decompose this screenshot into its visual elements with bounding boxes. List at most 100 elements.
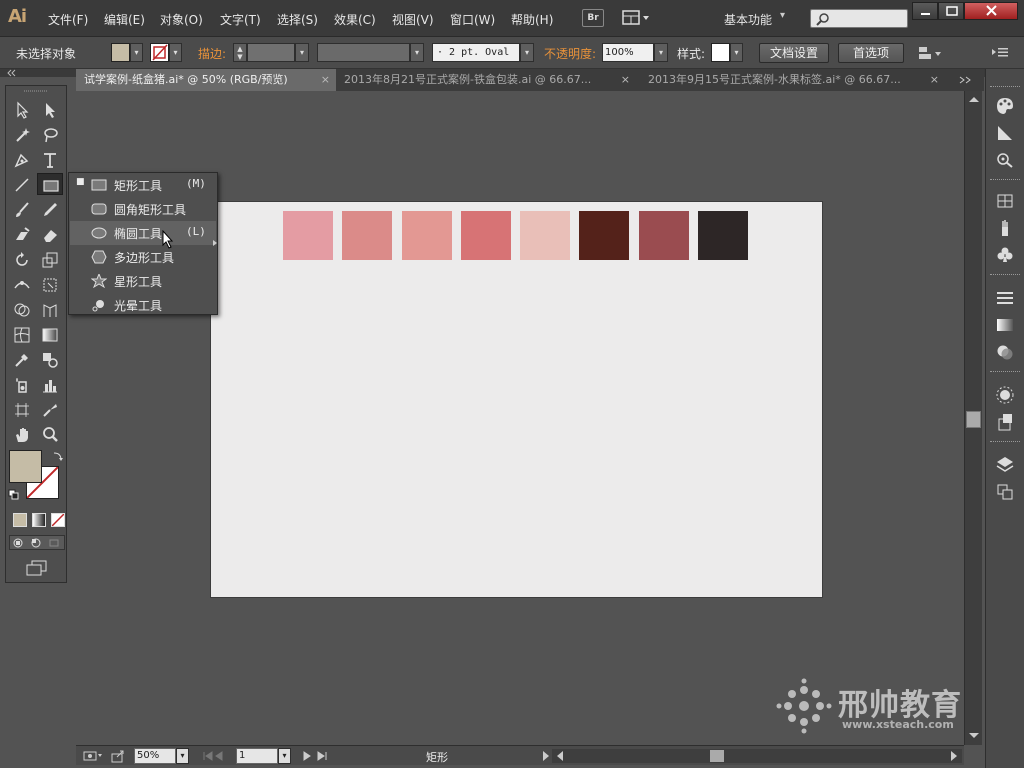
scroll-right-icon[interactable]: [948, 749, 960, 763]
maximize-button[interactable]: [938, 2, 964, 20]
opacity-label[interactable]: 不透明度:: [544, 45, 596, 62]
symbols-panel-button[interactable]: [992, 243, 1018, 267]
vertical-scrollbar[interactable]: [964, 91, 982, 745]
color-swatch[interactable]: [342, 211, 392, 260]
align-options-button[interactable]: [916, 44, 944, 65]
vertical-scroll-thumb[interactable]: [966, 411, 981, 428]
menu-view[interactable]: 视图(V): [392, 11, 434, 28]
graphic-styles-panel-button[interactable]: [992, 410, 1018, 434]
fill-dropdown[interactable]: ▾: [130, 43, 143, 62]
gradient-mode-button[interactable]: [32, 513, 46, 527]
more-tabs-icon[interactable]: [956, 69, 976, 91]
variable-width-dropdown[interactable]: ▾: [410, 43, 424, 62]
variable-width-profile[interactable]: [317, 43, 410, 62]
draw-mode-icons[interactable]: [10, 536, 66, 549]
menu-edit[interactable]: 编辑(E): [104, 11, 145, 28]
image-trace-panel-button[interactable]: [992, 148, 1018, 172]
fill-color-swatch[interactable]: [111, 43, 130, 62]
stroke-label[interactable]: 描边:: [198, 45, 226, 62]
close-window-button[interactable]: [964, 2, 1018, 20]
panel-grip-icon[interactable]: [6, 88, 66, 94]
close-tab-icon[interactable]: ×: [321, 69, 330, 91]
graphic-style-swatch[interactable]: [711, 43, 730, 62]
horizontal-scrollbar[interactable]: [552, 749, 962, 763]
hand-tool[interactable]: [9, 423, 35, 445]
scroll-left-icon[interactable]: [554, 749, 566, 763]
flyout-item-ellipse[interactable]: 椭圆工具 (L): [70, 221, 216, 245]
color-swatch[interactable]: [520, 211, 570, 260]
rectangle-tool[interactable]: [37, 173, 63, 195]
rotate-tool[interactable]: [9, 248, 35, 270]
artboard-tool[interactable]: [9, 398, 35, 420]
artboards-panel-button[interactable]: [992, 480, 1018, 504]
type-tool[interactable]: [37, 148, 63, 170]
flyout-item-polygon[interactable]: 多边形工具: [70, 245, 216, 269]
paintbrush-tool[interactable]: [9, 198, 35, 220]
bridge-button[interactable]: Br: [582, 9, 604, 27]
fill-color-front[interactable]: [9, 450, 42, 483]
status-menu-icon[interactable]: [540, 749, 552, 763]
eyedropper-tool[interactable]: [9, 348, 35, 370]
stroke-panel-button[interactable]: [992, 286, 1018, 310]
pencil-tool[interactable]: [37, 198, 63, 220]
color-swatch[interactable]: [461, 211, 511, 260]
flyout-item-star[interactable]: 星形工具: [70, 269, 216, 293]
collapse-left-icon[interactable]: [4, 69, 20, 77]
perspective-grid-tool[interactable]: [37, 298, 63, 320]
brush-dropdown[interactable]: ▾: [520, 43, 534, 62]
blob-brush-tool[interactable]: [9, 223, 35, 245]
opacity-dropdown[interactable]: ▾: [654, 43, 668, 62]
document-setup-button[interactable]: 文档设置: [759, 43, 829, 63]
line-segment-tool[interactable]: [9, 173, 35, 195]
search-input[interactable]: [810, 9, 908, 28]
eraser-tool[interactable]: [37, 223, 63, 245]
artboard-dropdown[interactable]: ▾: [278, 748, 291, 764]
horizontal-scroll-thumb[interactable]: [710, 750, 724, 762]
menu-effect[interactable]: 效果(C): [334, 11, 376, 28]
color-panel-button[interactable]: [992, 94, 1018, 118]
blend-tool[interactable]: [37, 348, 63, 370]
flyout-item-rounded-rectangle[interactable]: 圆角矩形工具: [70, 197, 216, 221]
document-tab[interactable]: 2013年8月21号正式案例-铁盒包装.ai @ 66.67... ×: [336, 69, 636, 91]
color-swatch[interactable]: [639, 211, 689, 260]
gradient-tool[interactable]: [37, 323, 63, 345]
document-tab[interactable]: 试学案例-纸盒猪.ai* @ 50% (RGB/预览) ×: [76, 69, 336, 91]
lasso-tool[interactable]: [37, 123, 63, 145]
gpu-icon[interactable]: [82, 748, 104, 764]
color-swatch[interactable]: [283, 211, 333, 260]
symbol-sprayer-tool[interactable]: [9, 373, 35, 395]
stroke-weight-stepper[interactable]: ▲ ▼: [233, 43, 247, 62]
dock-grip[interactable]: [990, 274, 1020, 277]
preferences-button[interactable]: 首选项: [838, 43, 904, 63]
magic-wand-tool[interactable]: [9, 123, 35, 145]
color-swatch[interactable]: [579, 211, 629, 260]
screen-mode-icon[interactable]: [25, 559, 49, 577]
tearoff-arrow-icon[interactable]: [212, 239, 218, 247]
stroke-weight-dropdown[interactable]: ▾: [295, 43, 309, 62]
workspace-switcher[interactable]: 基本功能: [724, 11, 772, 28]
column-graph-tool[interactable]: [37, 373, 63, 395]
zoom-dropdown[interactable]: ▾: [176, 748, 189, 764]
stroke-dropdown[interactable]: ▾: [169, 43, 182, 62]
menu-window[interactable]: 窗口(W): [450, 11, 495, 28]
appearance-panel-button[interactable]: [992, 383, 1018, 407]
close-tab-icon[interactable]: ×: [621, 69, 630, 91]
dock-grip[interactable]: [990, 441, 1020, 444]
dock-grip[interactable]: [990, 179, 1020, 182]
mesh-tool[interactable]: [9, 323, 35, 345]
swatches-panel-button[interactable]: [992, 189, 1018, 213]
dock-grip[interactable]: [990, 371, 1020, 374]
transparency-panel-button[interactable]: [992, 340, 1018, 364]
graphic-style-dropdown[interactable]: ▾: [730, 43, 743, 62]
none-mode-button[interactable]: [51, 513, 65, 527]
minimize-button[interactable]: [912, 2, 938, 20]
arrange-documents-button[interactable]: [622, 9, 652, 27]
zoom-field[interactable]: 50%: [134, 748, 176, 764]
color-swatch[interactable]: [402, 211, 452, 260]
menu-type[interactable]: 文字(T): [220, 11, 261, 28]
scroll-up-icon[interactable]: [966, 94, 982, 104]
default-fill-stroke-icon[interactable]: [8, 489, 20, 501]
menu-object[interactable]: 对象(O): [160, 11, 203, 28]
close-tab-icon[interactable]: ×: [930, 69, 939, 91]
gradient-panel-button[interactable]: [992, 313, 1018, 337]
